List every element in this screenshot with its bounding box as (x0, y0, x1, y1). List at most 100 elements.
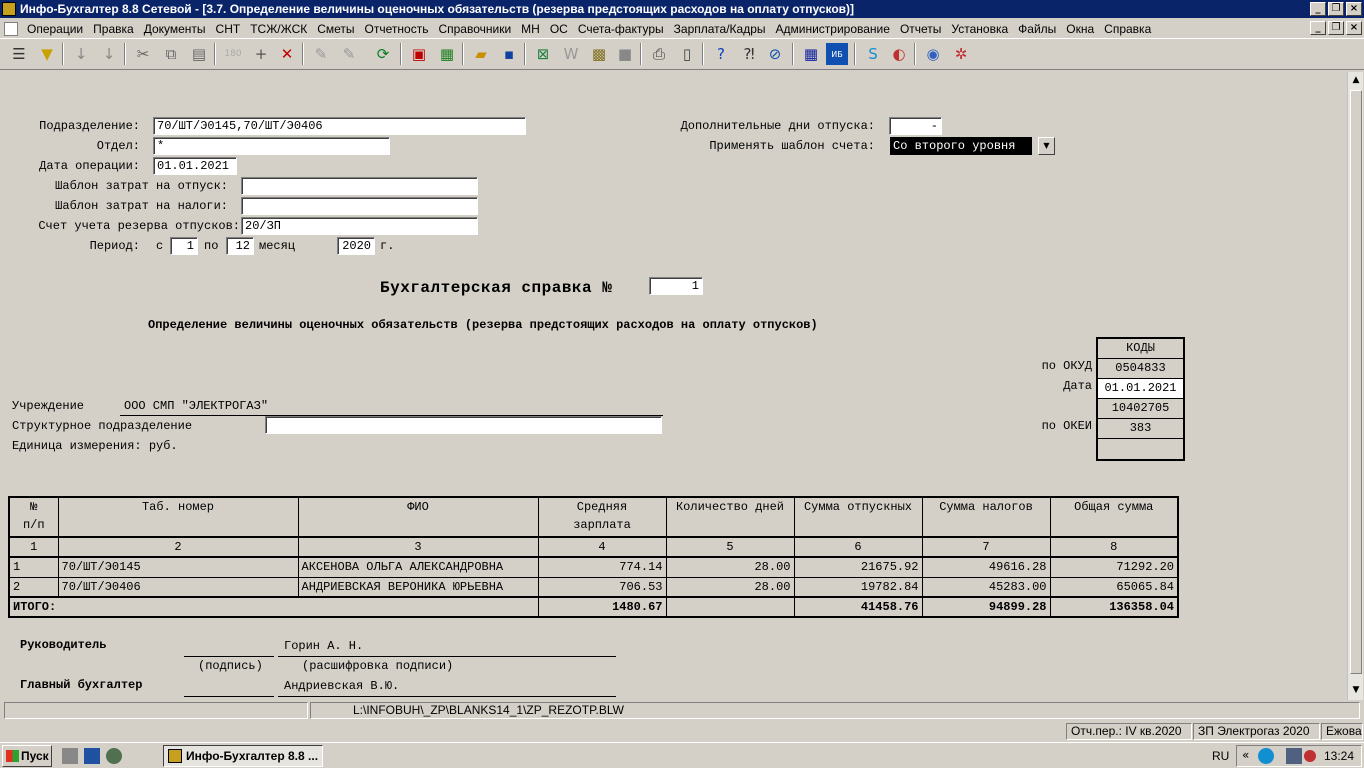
word-icon[interactable]: W (560, 43, 582, 65)
period-to-field[interactable]: 12 (226, 237, 254, 255)
menu-mn[interactable]: МН (516, 22, 545, 36)
menu-references[interactable]: Справочники (433, 22, 516, 36)
menu-edit[interactable]: Правка (88, 22, 139, 36)
colnum: 4 (537, 536, 667, 558)
chevron-down-icon[interactable]: ▼ (1038, 137, 1055, 155)
pdf-icon[interactable]: ▣ (408, 43, 430, 65)
rotate-icon[interactable]: 180 (222, 43, 244, 65)
copy-icon[interactable]: ⧉ (160, 43, 182, 65)
close-button[interactable]: × (1346, 2, 1362, 16)
menu-help[interactable]: Справка (1099, 22, 1156, 36)
table-row[interactable]: 1 70/ШТ/Э0145 АКСЕНОВА ОЛЬГА АЛЕКСАНДРОВ… (8, 556, 1179, 578)
status-company: ЗП Электрогаз 2020 (1193, 723, 1320, 740)
menu-invoices[interactable]: Счета-фактуры (573, 22, 669, 36)
menu-os[interactable]: ОС (545, 22, 573, 36)
help-icon[interactable]: ? (710, 43, 732, 65)
excel-icon[interactable]: ⊠ (532, 43, 554, 65)
menu-operations[interactable]: Операции (22, 22, 88, 36)
add-icon[interactable]: + (250, 43, 272, 65)
okud-label: по ОКУД (1041, 359, 1092, 373)
shablon-scheta-select[interactable]: Со второго уровня (890, 137, 1032, 155)
print-preview-icon[interactable]: ▯ (676, 43, 698, 65)
sort-desc-icon[interactable]: ↓ (98, 43, 120, 65)
minimize-button[interactable]: _ (1310, 2, 1326, 16)
filter-icon[interactable]: ▼ (36, 43, 58, 65)
tray-skype-icon[interactable] (1258, 748, 1274, 764)
chief-label: Главный бухгалтер (20, 678, 143, 692)
menu-reports[interactable]: Отчеты (895, 22, 946, 36)
podrazdelenie-field[interactable]: 70/ШТ/Э0145,70/ШТ/Э0406 (153, 117, 526, 135)
tray-volume-muted-icon[interactable] (1304, 750, 1316, 762)
document-icon[interactable] (4, 21, 18, 36)
mdi-restore-button[interactable]: ❐ (1328, 21, 1344, 35)
toolbar: ☰ ▼ ↓ ↓ ✂ ⧉ ▤ 180 + ✕ ✎ ✎ ⟳ ▣ ▦ ▰ ▪ ⊠ W … (0, 38, 1364, 70)
refresh-icon[interactable]: ⟳ (372, 43, 394, 65)
otdel-label: Отдел: (96, 139, 140, 153)
otdel-field[interactable]: * (153, 137, 390, 155)
language-indicator[interactable]: RU (1212, 748, 1229, 764)
menu-estimates[interactable]: Сметы (312, 22, 359, 36)
start-button[interactable]: Пуск (2, 745, 52, 767)
quicklaunch-app-icon[interactable] (106, 748, 122, 764)
codes-date-value[interactable]: 01.01.2021 (1098, 379, 1183, 399)
clock[interactable]: 13:24 (1324, 748, 1354, 764)
restore-button[interactable]: ❐ (1328, 2, 1344, 16)
menu-windows[interactable]: Окна (1061, 22, 1099, 36)
table-row[interactable]: 2 70/ШТ/Э0406 АНДРИЕВСКАЯ ВЕРОНИКА ЮРЬЕВ… (8, 576, 1179, 598)
compass-icon[interactable]: ⊘ (764, 43, 786, 65)
scroll-thumb[interactable] (1350, 90, 1362, 674)
period-year-field[interactable]: 2020 (337, 237, 375, 255)
col-header-tab: Таб. номер (57, 496, 299, 538)
support-icon[interactable]: ◐ (888, 43, 910, 65)
export-icon[interactable]: ▩ (588, 43, 610, 65)
schet-field[interactable]: 20/ЗП (241, 217, 478, 235)
chief-name-line (278, 696, 616, 697)
status-path: L:\INFOBUH\_ZP\BLANKS14_1\ZP_REZOTP.BLW (310, 702, 1360, 719)
open-folder-icon[interactable]: ▰ (470, 43, 492, 65)
tool-a-icon[interactable]: ✎ (310, 43, 332, 65)
menu-documents[interactable]: Документы (139, 22, 211, 36)
save-icon[interactable]: ▪ (498, 43, 520, 65)
cut-icon[interactable]: ✂ (132, 43, 154, 65)
web-icon[interactable]: ◉ (922, 43, 944, 65)
mdi-minimize-button[interactable]: _ (1310, 21, 1326, 35)
paste-icon[interactable]: ▤ (188, 43, 210, 65)
shablon-nalogi-field[interactable] (241, 197, 478, 215)
cell-total: 65065.84 (1049, 576, 1179, 598)
date-field[interactable]: 01.01.2021 (153, 157, 237, 175)
ib10-icon[interactable]: ИБ (826, 43, 848, 65)
context-help-icon[interactable]: ⁈ (738, 43, 760, 65)
print-icon[interactable]: ⎙ (648, 43, 670, 65)
menu-files[interactable]: Файлы (1013, 22, 1061, 36)
menu-snt[interactable]: СНТ (211, 22, 246, 36)
tray-expand-icon[interactable]: « (1242, 747, 1249, 763)
period-from-field[interactable]: 1 (170, 237, 198, 255)
mdi-close-button[interactable]: × (1346, 21, 1362, 35)
menu-admin[interactable]: Администрирование (771, 22, 895, 36)
sort-asc-icon[interactable]: ↓ (70, 43, 92, 65)
scroll-up-icon[interactable]: ▲ (1348, 72, 1364, 88)
struct-field[interactable] (265, 416, 662, 434)
dop-dni-field[interactable]: - (889, 117, 942, 135)
skype-icon[interactable]: S (862, 43, 884, 65)
list-view-icon[interactable]: ☰ (8, 43, 30, 65)
shablon-otpusk-field[interactable] (241, 177, 478, 195)
calculator-icon[interactable]: ▦ (436, 43, 458, 65)
menu-payroll[interactable]: Зарплата/Кадры (669, 22, 771, 36)
taskbar-app-button[interactable]: Инфо-Бухгалтер 8.8 ... (163, 745, 323, 767)
tool-b-icon[interactable]: ✎ (338, 43, 360, 65)
quicklaunch-desktop-icon[interactable] (84, 748, 100, 764)
tray-network-icon[interactable] (1286, 748, 1302, 764)
archive-icon[interactable]: ■ (614, 43, 636, 65)
delete-icon[interactable]: ✕ (276, 43, 298, 65)
scroll-down-icon[interactable]: ▼ (1348, 682, 1364, 698)
menu-setup[interactable]: Установка (946, 22, 1013, 36)
report-number-field[interactable]: 1 (649, 277, 703, 295)
menu-tsj[interactable]: ТСЖ/ЖСК (245, 22, 312, 36)
calendar-icon[interactable]: ▦ (800, 43, 822, 65)
cell-num: 1 (8, 556, 59, 578)
tools-icon[interactable]: ✲ (950, 43, 972, 65)
menu-reporting[interactable]: Отчетность (360, 22, 434, 36)
vertical-scrollbar[interactable]: ▲ ▼ (1347, 72, 1363, 700)
quicklaunch-explorer-icon[interactable] (62, 748, 78, 764)
